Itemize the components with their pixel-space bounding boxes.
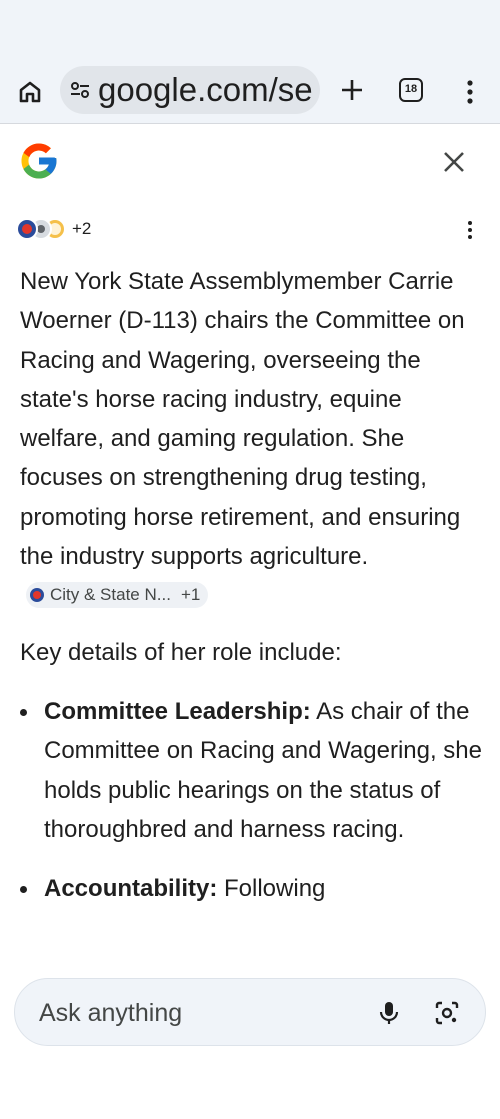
citation-favicon: [30, 588, 44, 603]
citation-more: +1: [180, 585, 201, 605]
citation-label: City & State N...: [50, 585, 171, 605]
status-area: [0, 0, 500, 60]
answer-paragraph: New York State Assemblymember Carrie Woe…: [20, 262, 482, 616]
sources-count: +2: [72, 219, 92, 238]
sources-row[interactable]: +2: [16, 216, 91, 242]
source-favicon: [16, 218, 38, 240]
ask-input[interactable]: Ask anything: [39, 999, 182, 1028]
ai-answer: New York State Assemblymember Carrie Woe…: [20, 262, 482, 960]
url-text[interactable]: google.com/se: [98, 72, 313, 108]
citation-chip[interactable]: City & State N... +1: [26, 582, 209, 609]
bullet-text: Following: [217, 875, 326, 903]
bullet-title: Accountability:: [44, 875, 218, 903]
home-icon[interactable]: [14, 76, 46, 108]
more-vert-icon[interactable]: [458, 76, 482, 108]
answer-bullets: Committee Leadership: As chair of the Co…: [20, 692, 482, 908]
address-bar[interactable]: google.com/se: [60, 66, 320, 114]
browser-toolbar: google.com/se 18: [0, 60, 500, 124]
google-g-logo: [18, 140, 60, 182]
list-item: Accountability: Following: [20, 869, 482, 908]
content-fade: [0, 932, 500, 972]
answer-subhead: Key details of her role include:: [20, 638, 342, 666]
more-options-icon[interactable]: [458, 218, 482, 242]
mic-icon[interactable]: [375, 999, 403, 1027]
new-tab-plus-icon[interactable]: [336, 74, 368, 106]
ask-bar[interactable]: Ask anything: [14, 978, 486, 1046]
list-item: Committee Leadership: As chair of the Co…: [20, 692, 482, 849]
bullet-title: Committee Leadership:: [44, 697, 311, 725]
tune-icon[interactable]: [68, 78, 92, 102]
lens-icon[interactable]: [433, 999, 461, 1027]
close-icon[interactable]: [438, 146, 470, 178]
tab-switcher-icon[interactable]: 18: [399, 78, 423, 102]
answer-text: New York State Assemblymember Carrie Woe…: [20, 268, 465, 571]
